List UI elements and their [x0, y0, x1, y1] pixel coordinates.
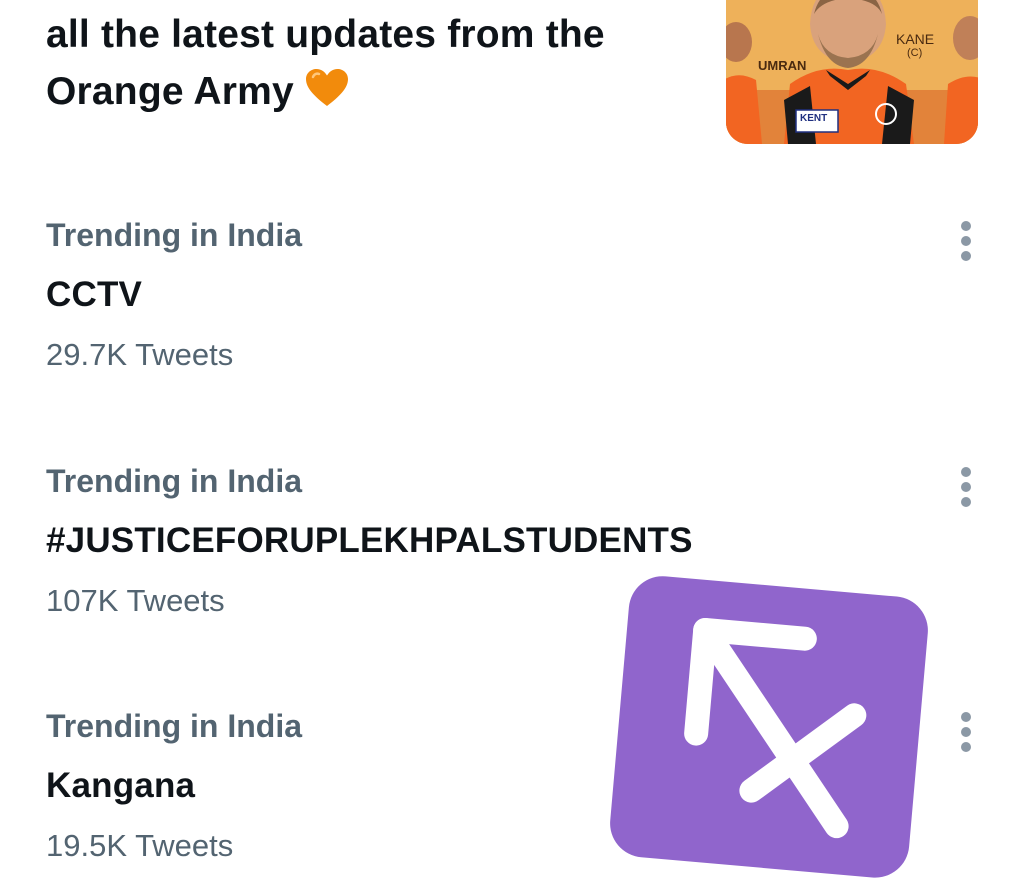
more-options-icon[interactable]	[948, 219, 984, 263]
captain-label: (C)	[907, 47, 922, 59]
trend-title: CCTV	[46, 275, 143, 314]
center-player-label: KANE	[896, 31, 934, 47]
more-dot	[961, 742, 971, 752]
promo-text[interactable]: all the latest updates from the Orange A…	[46, 6, 686, 124]
more-dot	[961, 482, 971, 492]
more-dot	[961, 712, 971, 722]
trend-context: Trending in India	[46, 463, 302, 499]
more-dot	[961, 221, 971, 231]
promo-line-1: all the latest updates from the	[46, 13, 605, 56]
promo-line-2: Orange Army	[46, 63, 686, 124]
more-options-icon[interactable]	[948, 465, 984, 509]
trend-title: #JUSTICEFORUPLEKHPALSTUDENTS	[46, 521, 693, 560]
more-dot	[961, 251, 971, 261]
left-player-label: UMRAN	[758, 58, 806, 73]
more-options-icon[interactable]	[948, 710, 984, 754]
orange-heart-icon	[304, 67, 350, 124]
jersey-sponsor-label: KENT	[800, 113, 827, 124]
more-dot	[961, 497, 971, 507]
promo-line-2-text: Orange Army	[46, 70, 294, 113]
more-dot	[961, 727, 971, 737]
more-dot	[961, 236, 971, 246]
promo-image[interactable]: KENT UMRAN KANE (C)	[726, 0, 978, 144]
sagittarius-icon	[605, 572, 935, 882]
trend-item-1[interactable]: Trending in India CCTV 29.7K Tweets	[46, 215, 946, 375]
trend-tweet-count: 29.7K Tweets	[46, 337, 234, 372]
more-dot	[961, 467, 971, 477]
trend-context: Trending in India	[46, 217, 302, 253]
